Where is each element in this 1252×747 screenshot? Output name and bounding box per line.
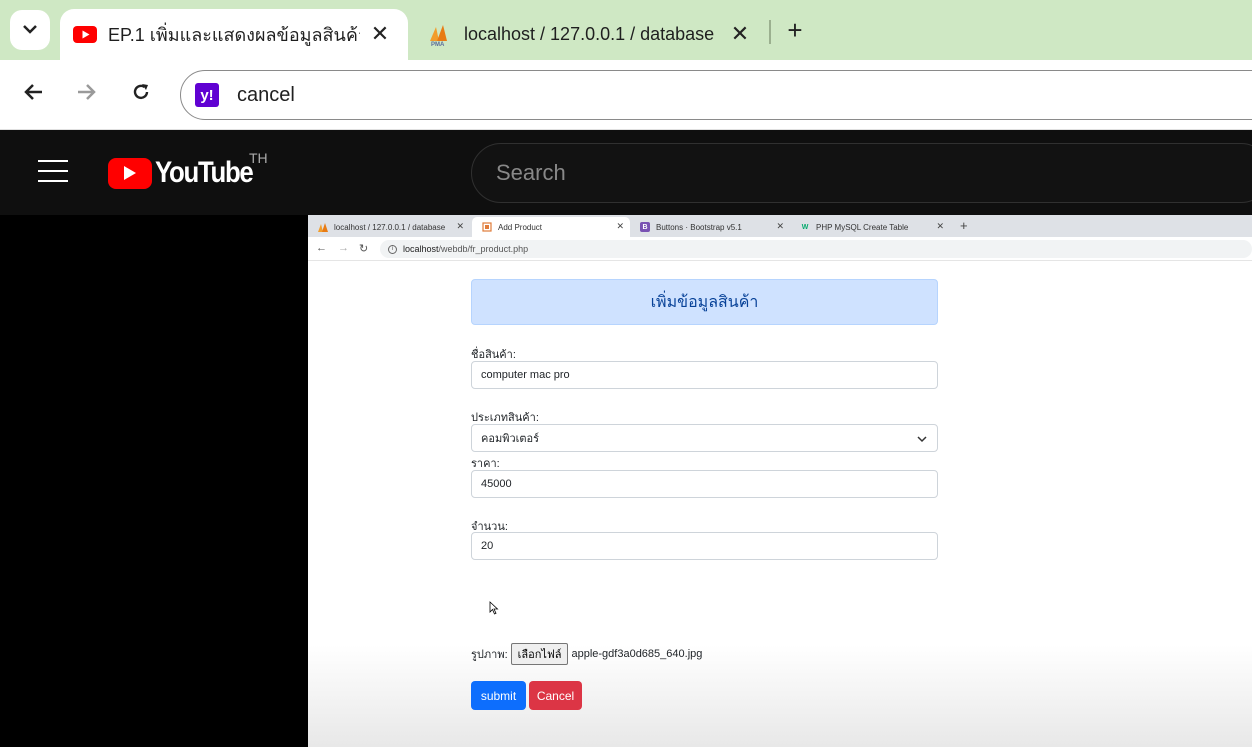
forward-button[interactable] — [70, 77, 104, 111]
reload-button[interactable] — [124, 77, 158, 111]
price-value: 45000 — [481, 478, 512, 490]
search-box[interactable] — [471, 143, 1252, 203]
video-tab-title: Buttons · Bootstrap v5.1 — [656, 222, 742, 232]
close-icon[interactable]: ✕ — [726, 20, 754, 48]
image-label: รูปภาพ: — [471, 649, 508, 661]
quantity-field: 20 — [471, 532, 938, 560]
plus-icon: + — [960, 218, 968, 233]
video-address-bar: i localhost/webdb/fr_product.php — [380, 240, 1252, 258]
price-field: 45000 — [471, 470, 938, 498]
tab-search-button[interactable] — [10, 10, 50, 50]
close-icon: ✕ — [456, 221, 464, 231]
address-bar[interactable]: y! cancel — [180, 70, 1252, 120]
tab-separator — [769, 20, 771, 44]
tab-title: localhost / 127.0.0.1 / database — [464, 24, 715, 44]
youtube-header: YouTube TH — [0, 130, 1252, 215]
svg-text:PMA: PMA — [431, 42, 445, 47]
youtube-icon — [72, 22, 98, 48]
tab-title: EP.1 เพิ่มและแสดงผลข้อมูลสินค้า PHP — [108, 25, 360, 45]
product-type-value: คอมพิวเตอร์ — [481, 433, 540, 445]
product-name-value: computer mac pro — [481, 369, 570, 381]
video-tab-title: PHP MySQL Create Table — [816, 222, 909, 232]
video-tab-add-product: Add Product ✕ — [472, 217, 630, 237]
youtube-logo[interactable]: YouTube — [108, 156, 268, 190]
file-name: apple-gdf3a0d685_640.jpg — [571, 648, 703, 660]
close-icon[interactable]: ✕ — [366, 20, 394, 48]
yahoo-icon: y! — [195, 83, 219, 107]
phpmyadmin-icon: PMA — [428, 22, 454, 48]
phpmyadmin-icon — [318, 222, 328, 232]
youtube-play-icon — [108, 157, 152, 189]
back-arrow-icon — [23, 83, 43, 106]
video-tab-bootstrap: B Buttons · Bootstrap v5.1 ✕ — [630, 217, 790, 237]
url-path: /webdb/fr_product.php — [438, 244, 529, 254]
video-tab-w3schools: W PHP MySQL Create Table ✕ — [790, 217, 950, 237]
browser-toolbar: y! cancel — [0, 60, 1252, 130]
video-tab-title: localhost / 127.0.0.1 / database — [334, 222, 446, 232]
chevron-down-icon — [22, 21, 38, 39]
close-icon: ✕ — [616, 221, 624, 231]
video-browser-toolbar: ← → ↻ i localhost/webdb/fr_product.php — [308, 237, 1252, 261]
close-icon: ✕ — [776, 221, 784, 231]
video-browser-tabstrip: localhost / 127.0.0.1 / database ✕ Add P… — [308, 215, 1252, 237]
back-button[interactable] — [16, 77, 50, 111]
country-code: TH — [249, 150, 268, 166]
cancel-button: Cancel — [529, 681, 582, 710]
bootstrap-icon: B — [640, 222, 650, 232]
image-row: รูปภาพ: เลือกไฟล์ apple-gdf3a0d685_640.j… — [471, 643, 702, 665]
tab-youtube[interactable]: EP.1 เพิ่มและแสดงผลข้อมูลสินค้า PHP ✕ — [60, 9, 408, 60]
tab-phpmyadmin[interactable]: PMA localhost / 127.0.0.1 / database ✕ — [416, 9, 768, 60]
page-fade — [308, 645, 1252, 747]
reload-icon — [131, 82, 151, 107]
menu-icon[interactable] — [38, 160, 68, 184]
submit-button: submit — [471, 681, 526, 710]
w3schools-icon: W — [801, 223, 809, 231]
add-product-form: เพิ่มข้อมูลสินค้า ชื่อสินค้า: computer m… — [471, 279, 938, 710]
quantity-value: 20 — [481, 540, 494, 552]
video-tab-title: Add Product — [498, 222, 543, 232]
new-tab-button[interactable]: + — [780, 15, 810, 45]
address-text: cancel — [237, 83, 295, 106]
forward-arrow-icon: → — [338, 242, 349, 254]
logo-text: YouTube — [155, 156, 254, 189]
video-tab-phpmyadmin: localhost / 127.0.0.1 / database ✕ — [308, 217, 470, 237]
chevron-down-icon — [917, 434, 927, 446]
product-type-select: คอมพิวเตอร์ — [471, 424, 938, 452]
mouse-cursor-icon — [489, 601, 499, 620]
product-name-field: computer mac pro — [471, 361, 938, 389]
forward-arrow-icon — [77, 83, 97, 106]
reload-icon: ↻ — [359, 243, 369, 255]
video-player[interactable]: localhost / 127.0.0.1 / database ✕ Add P… — [308, 215, 1252, 747]
search-input[interactable] — [496, 160, 1096, 186]
video-letterbox — [0, 215, 308, 747]
page-icon — [482, 222, 492, 232]
choose-file-button: เลือกไฟล์ — [510, 643, 569, 665]
browser-tabstrip: EP.1 เพิ่มและแสดงผลข้อมูลสินค้า PHP ✕ PM… — [0, 0, 1252, 60]
back-arrow-icon: ← — [316, 242, 327, 254]
close-icon: ✕ — [936, 221, 944, 231]
info-icon: i — [388, 244, 397, 254]
url-host: localhost — [403, 244, 439, 254]
form-title: เพิ่มข้อมูลสินค้า — [471, 279, 938, 325]
